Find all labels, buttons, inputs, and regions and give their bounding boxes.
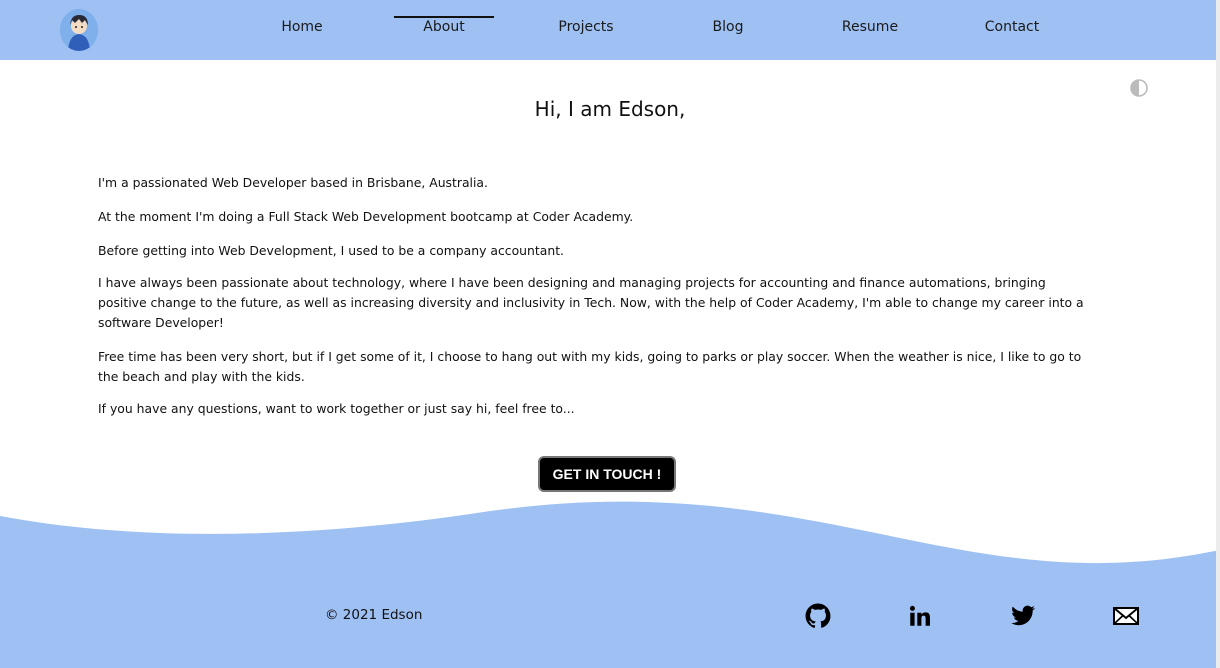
bio-paragraph-contact-invite: If you have any questions, want to work … xyxy=(98,401,575,416)
scrollbar[interactable] xyxy=(1216,0,1220,668)
twitter-icon xyxy=(1011,605,1035,626)
copyright-text: © 2021 Edson xyxy=(325,607,423,623)
nav-link-contact[interactable]: Contact xyxy=(962,16,1062,36)
avatar-icon xyxy=(60,9,98,51)
email-icon xyxy=(1113,607,1139,625)
github-icon xyxy=(805,603,831,628)
bio-paragraph-background: Before getting into Web Development, I u… xyxy=(98,243,564,258)
bio-paragraph-free-time: Free time has been very short, but if I … xyxy=(98,349,1082,384)
bio-paragraph-passion: I have always been passionate about tech… xyxy=(98,275,1084,330)
nav-link-blog[interactable]: Blog xyxy=(678,16,778,36)
nav-link-home[interactable]: Home xyxy=(252,16,352,36)
nav-link-resume[interactable]: Resume xyxy=(820,16,920,36)
navbar: Home About Projects Blog Resume Contact xyxy=(0,0,1220,60)
bio-paragraph-location: I'm a passionated Web Developer based in… xyxy=(98,175,488,190)
github-link[interactable] xyxy=(805,603,831,629)
linkedin-link[interactable] xyxy=(907,603,933,629)
twitter-link[interactable] xyxy=(1010,603,1036,629)
bio-paragraph-bootcamp: At the moment I'm doing a Full Stack Web… xyxy=(98,209,634,224)
page-title: Hi, I am Edson, xyxy=(534,97,686,121)
avatar-logo[interactable] xyxy=(60,9,98,51)
half-circle-icon xyxy=(1130,79,1148,97)
get-in-touch-button[interactable]: GET IN TOUCH ! xyxy=(540,458,674,490)
nav-link-about[interactable]: About xyxy=(394,16,494,36)
footer-wave xyxy=(0,501,1220,668)
email-link[interactable] xyxy=(1112,603,1139,629)
nav-link-projects[interactable]: Projects xyxy=(536,16,636,36)
theme-toggle-button[interactable] xyxy=(1129,78,1149,98)
linkedin-icon xyxy=(909,605,930,626)
